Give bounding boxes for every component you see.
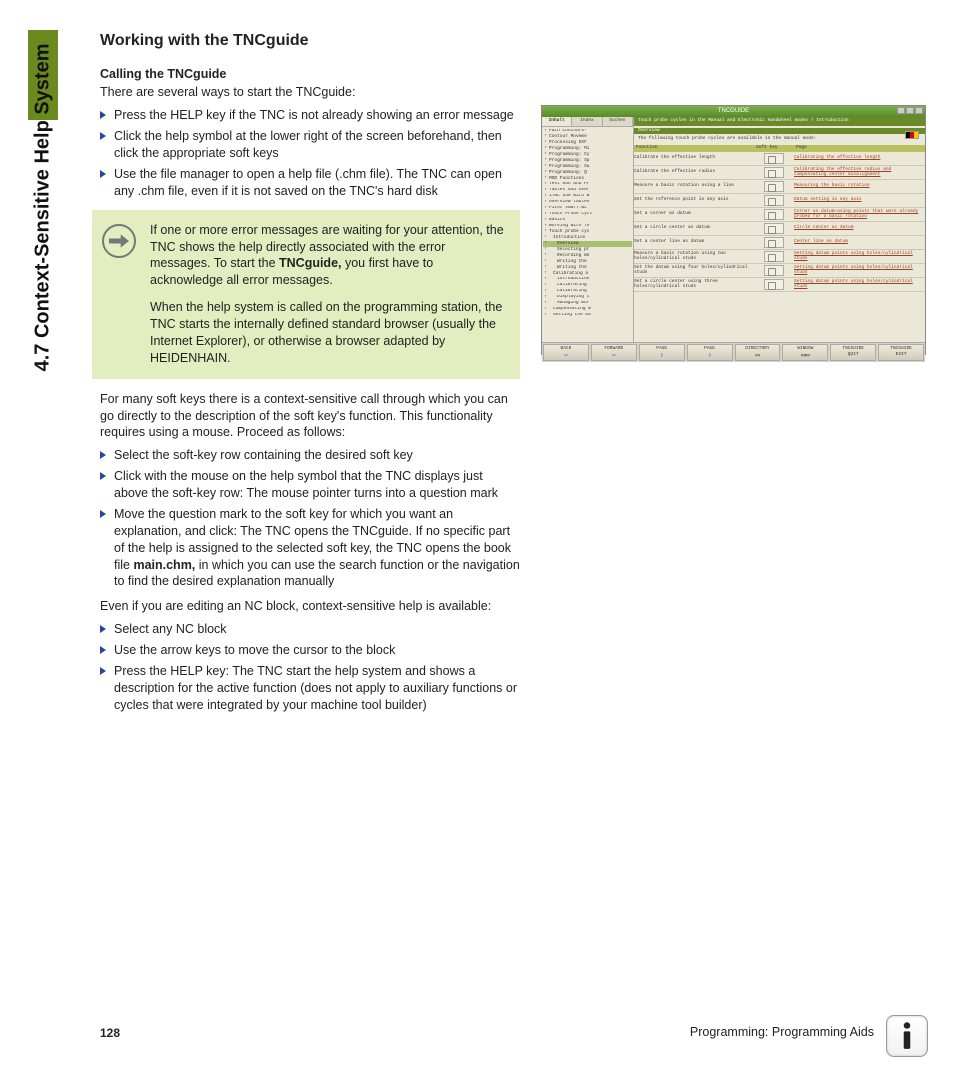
cell-function: Calibrate the effective radius	[634, 170, 754, 175]
window-buttons	[897, 107, 923, 114]
table-row: Measure a basic rotation using a line Mea…	[634, 180, 925, 194]
breadcrumb: Touch probe cycles in the Manual and Ele…	[634, 117, 925, 126]
cell-softkey[interactable]	[754, 251, 794, 262]
softkey-button[interactable]: WINDOW▭▭	[782, 344, 828, 361]
cell-page-link[interactable]: Calibrating the effective radius and com…	[794, 168, 925, 178]
list-item: Use the arrow keys to move the cursor to…	[100, 642, 520, 659]
cell-softkey[interactable]	[754, 209, 794, 220]
note-paragraph: If one or more error messages are waitin…	[150, 222, 506, 290]
table-row: Calibrate the effective length Calibratin…	[634, 152, 925, 166]
cell-page-link[interactable]: Datum setting in any axis	[794, 198, 925, 203]
cell-page-link[interactable]: Setting datum points using holes/cylindr…	[794, 252, 925, 262]
cell-softkey[interactable]	[754, 237, 794, 248]
softkey-button[interactable]: PAGE⇧	[639, 344, 685, 361]
nav-tabs: Inhalt Index Suchen	[542, 117, 633, 127]
text-bold: main.chm,	[133, 558, 195, 572]
cell-function: Set a center line as datum	[634, 240, 754, 245]
tncguide-screenshot: TNCGUIDE Inhalt Index Suchen Path Contou…	[541, 105, 926, 355]
cell-softkey[interactable]	[754, 265, 794, 276]
list-item: Click the help symbol at the lower right…	[100, 128, 520, 162]
flag-icon[interactable]	[905, 131, 919, 139]
cell-function: Measure a basic rotation using two holes…	[634, 252, 754, 262]
page-title: Working with the TNCguide	[100, 30, 520, 52]
list-item: Select any NC block	[100, 621, 520, 638]
cell-page-link[interactable]: Circle center as datum	[794, 226, 925, 231]
softkey-button[interactable]: TNCGUIDEQUIT	[830, 344, 876, 361]
list-item: Use the file manager to open a help file…	[100, 166, 520, 200]
list-item: Move the question mark to the soft key f…	[100, 506, 520, 590]
table-row: Set a center line as datum Center line as…	[634, 236, 925, 250]
page-number: 128	[100, 1025, 120, 1041]
table-row: Set the datum using four holes/cylindric…	[634, 264, 925, 278]
note-paragraph: When the help system is called on the pr…	[150, 299, 506, 367]
tab-inhalt[interactable]: Inhalt	[542, 117, 572, 126]
overview-heading: Overview	[634, 128, 925, 135]
nav-panel: Inhalt Index Suchen Path Contours-Contou…	[542, 117, 634, 342]
cell-softkey[interactable]	[754, 167, 794, 178]
table-row: Set a circle center as datum Circle cente…	[634, 222, 925, 236]
main-content: Working with the TNCguide Calling the TN…	[100, 30, 520, 722]
cell-page-link[interactable]: Setting datum points using holes/cylindr…	[794, 280, 925, 290]
intro-paragraph: There are several ways to start the TNCg…	[100, 84, 520, 101]
text-bold: TNCguide,	[279, 256, 342, 270]
bullet-list-1: Press the HELP key if the TNC is not alr…	[100, 107, 520, 199]
cell-function: Measure a basic rotation using a line	[634, 184, 754, 189]
table-row: Set a circle center using three holes/cy…	[634, 278, 925, 292]
col-softkey: Soft key	[754, 145, 794, 152]
col-page: Page	[794, 145, 925, 152]
section-number-title: 4.7 Context-Sensitive Help System	[30, 44, 57, 504]
softkey-row: BACK⇦FORWARD⇨PAGE⇧PAGE⇩DIRECTORY▭WINDOW▭…	[542, 342, 925, 362]
list-item: Press the HELP key: The TNC start the he…	[100, 663, 520, 714]
cell-softkey[interactable]	[754, 195, 794, 206]
softkey-button[interactable]: TNCGUIDEEXIT	[878, 344, 924, 361]
tab-suchen[interactable]: Suchen	[603, 117, 633, 126]
list-item: Select the soft-key row containing the d…	[100, 447, 520, 464]
cell-page-link[interactable]: Center line as datum	[794, 240, 925, 245]
cell-softkey[interactable]	[754, 223, 794, 234]
cell-function: Set a circle center as datum	[634, 226, 754, 231]
note-box: If one or more error messages are waitin…	[92, 210, 520, 379]
cell-softkey[interactable]	[754, 181, 794, 192]
tab-index[interactable]: Index	[572, 117, 602, 126]
bullet-list-2: Select the soft-key row containing the d…	[100, 447, 520, 590]
paragraph: Even if you are editing an NC block, con…	[100, 598, 520, 615]
cell-function: Set a corner as datum	[634, 212, 754, 217]
cell-page-link[interactable]: Measuring the basic rotation	[794, 184, 925, 189]
table-header: Function Soft key Page	[634, 145, 925, 152]
cell-function: Set the datum using four holes/cylindric…	[634, 266, 754, 276]
table-row: Measure a basic rotation using two holes…	[634, 250, 925, 264]
cell-softkey[interactable]	[754, 153, 794, 164]
table-row: Set a corner as datum Corner as datum—usi…	[634, 208, 925, 222]
cell-softkey[interactable]	[754, 279, 794, 290]
softkey-button[interactable]: PAGE⇩	[687, 344, 733, 361]
table-row: Calibrate the effective radius Calibratin…	[634, 166, 925, 180]
content-panel: Touch probe cycles in the Manual and Ele…	[634, 117, 925, 342]
content-note: The following touch probe cycles are ava…	[634, 134, 925, 145]
cell-function: Set the reference point in any axis	[634, 198, 754, 203]
paragraph: For many soft keys there is a context-se…	[100, 391, 520, 442]
table-row: Set the reference point in any axis Datum…	[634, 194, 925, 208]
softkey-button[interactable]: FORWARD⇨	[591, 344, 637, 361]
cell-page-link[interactable]: Calibrating the effective length	[794, 156, 925, 161]
table-body: Calibrate the effective length Calibratin…	[634, 152, 925, 341]
cell-function: Set a circle center using three holes/cy…	[634, 280, 754, 290]
list-item: Press the HELP key if the TNC is not alr…	[100, 107, 520, 124]
list-item: Click with the mouse on the help symbol …	[100, 468, 520, 502]
softkey-button[interactable]: DIRECTORY▭	[735, 344, 781, 361]
col-function: Function	[634, 145, 754, 152]
tree-item[interactable]: Setting the Da	[543, 313, 632, 319]
chapter-label: Programming: Programming Aids	[690, 1024, 874, 1041]
section-sidebar: 4.7 Context-Sensitive Help System	[28, 30, 58, 490]
info-icon[interactable]	[886, 1015, 928, 1057]
softkey-button[interactable]: BACK⇦	[543, 344, 589, 361]
arrow-right-icon	[102, 224, 136, 258]
cell-function: Calibrate the effective length	[634, 156, 754, 161]
bullet-list-3: Select any NC block Use the arrow keys t…	[100, 621, 520, 713]
subheading: Calling the TNCguide	[100, 66, 520, 83]
nav-tree[interactable]: Path Contours-Contour MovemeProcessing D…	[542, 127, 633, 342]
cell-page-link[interactable]: Setting datum points using holes/cylindr…	[794, 266, 925, 276]
window-titlebar: TNCGUIDE	[542, 106, 925, 117]
cell-page-link[interactable]: Corner as datum—using points that were a…	[794, 210, 925, 220]
window-title: TNCGUIDE	[718, 108, 749, 114]
